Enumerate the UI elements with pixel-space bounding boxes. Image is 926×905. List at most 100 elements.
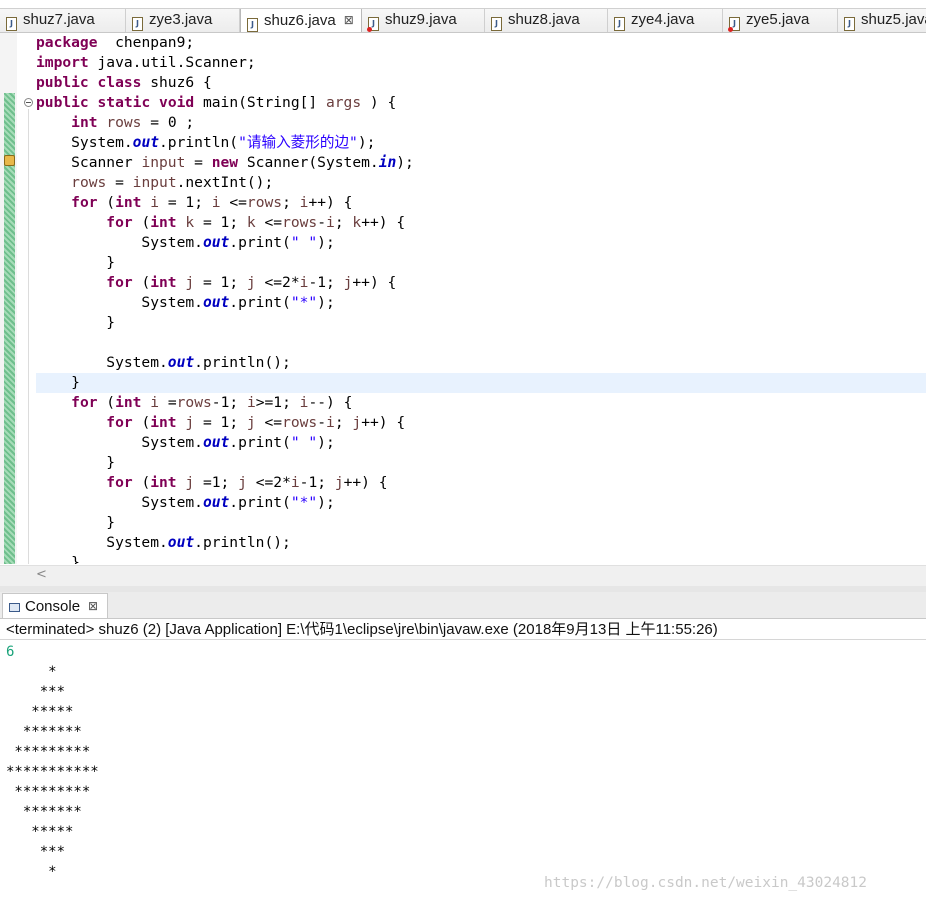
variable-token: j: [185, 414, 195, 431]
code-token: chenpan9;: [97, 34, 195, 51]
variable-token: i: [150, 394, 160, 411]
keyword-token: int: [150, 414, 177, 431]
console-line: *: [6, 664, 57, 680]
scroll-left-icon[interactable]: <: [36, 567, 47, 582]
code-token: <=2*: [255, 274, 300, 291]
variable-token: k: [246, 214, 256, 231]
code-token: .print(: [229, 494, 291, 511]
code-token: =1;: [194, 474, 239, 491]
field-token: out: [202, 294, 230, 311]
variable-token: rows: [246, 194, 283, 211]
tab-shuz9-java[interactable]: Jshuz9.java: [362, 9, 485, 32]
java-file-error-icon: J: [728, 17, 740, 32]
code-token: ;: [334, 214, 353, 231]
code-token: System.: [36, 294, 203, 311]
close-icon[interactable]: ⊠: [344, 9, 354, 31]
variable-token: j: [246, 274, 256, 291]
variable-token: i: [246, 394, 256, 411]
variable-token: j: [185, 274, 195, 291]
variable-token: input: [141, 154, 186, 171]
code-token: }: [36, 254, 116, 271]
variable-token: k: [352, 214, 362, 231]
tab-shuz6-java[interactable]: Jshuz6.java ⊠: [240, 9, 362, 32]
console-tab-label: Console: [25, 598, 81, 615]
code-token: ++) {: [343, 474, 388, 491]
variable-token: i: [211, 194, 221, 211]
code-line: }: [36, 373, 926, 393]
code-token: ++) {: [308, 194, 353, 211]
console-output[interactable]: 6 * *** ***** ******* ********* *********…: [6, 642, 906, 882]
code-line: int rows = 0 ;: [36, 113, 926, 133]
java-file-error-icon: J: [367, 17, 379, 32]
keyword-token: for: [71, 394, 98, 411]
code-token: -1;: [299, 474, 335, 491]
fold-guide-line: [28, 109, 29, 564]
tab-shuz7-java[interactable]: Jshuz7.java: [0, 9, 126, 32]
tab-console[interactable]: Console ⊠: [2, 593, 108, 618]
code-editor[interactable]: package chenpan9; import java.util.Scanne…: [0, 33, 926, 564]
console-input-echo: 6: [6, 644, 15, 660]
console-line: ***: [6, 684, 66, 700]
tab-zye4-java[interactable]: Jzye4.java: [608, 9, 723, 32]
variable-token: args: [325, 94, 362, 111]
code-token: <=2*: [246, 474, 291, 491]
field-token: out: [132, 134, 160, 151]
code-token: (: [97, 194, 116, 211]
code-line: }: [36, 253, 926, 273]
code-token: }: [36, 514, 116, 531]
field-token: in: [378, 154, 397, 171]
string-token: " ": [290, 434, 318, 451]
code-token: System.: [36, 434, 203, 451]
console-line: *******: [6, 804, 82, 820]
code-token: );: [317, 494, 335, 511]
keyword-token: public: [36, 74, 89, 91]
editor-horizontal-scrollbar[interactable]: <: [0, 565, 926, 586]
tab-label: shuz8.java: [508, 11, 580, 28]
field-token: out: [202, 234, 230, 251]
code-token: (: [97, 394, 116, 411]
code-token: ;: [282, 194, 300, 211]
close-icon[interactable]: ⊠: [88, 594, 98, 618]
tab-zye3-java[interactable]: Jzye3.java: [126, 9, 240, 32]
code-token: -: [317, 214, 327, 231]
console-line: *********: [6, 784, 91, 800]
code-token: ) {: [361, 94, 397, 111]
code-area[interactable]: package chenpan9; import java.util.Scanne…: [36, 33, 926, 564]
code-token: System.: [36, 494, 203, 511]
variable-token: i: [150, 194, 160, 211]
console-icon: [9, 603, 20, 612]
keyword-token: for: [106, 274, 133, 291]
keyword-token: int: [150, 214, 177, 231]
code-token: = 1;: [194, 414, 247, 431]
tab-zye5-java[interactable]: Jzye5.java: [723, 9, 838, 32]
code-token: (: [132, 414, 151, 431]
warning-marker-icon[interactable]: [4, 155, 15, 166]
code-line: public static void main(String[] args ) …: [36, 93, 926, 113]
code-token: (: [132, 474, 151, 491]
code-token: =: [185, 154, 212, 171]
code-token: System.: [36, 534, 168, 551]
code-token: (: [132, 274, 151, 291]
tab-label: shuz7.java: [23, 11, 95, 28]
keyword-token: int: [150, 274, 177, 291]
tab-label: zye4.java: [631, 11, 695, 28]
code-line: package chenpan9;: [36, 33, 926, 53]
fold-collapse-icon[interactable]: [24, 98, 33, 107]
code-token: );: [317, 234, 335, 251]
code-token: shuz6 {: [141, 74, 212, 91]
variable-token: j: [246, 414, 256, 431]
tab-label: zye3.java: [149, 11, 213, 28]
tab-shuz5-java[interactable]: Jshuz5.java: [838, 9, 926, 32]
keyword-token: int: [115, 394, 142, 411]
keyword-token: for: [106, 474, 133, 491]
code-line: import java.util.Scanner;: [36, 53, 926, 73]
code-token: );: [317, 294, 335, 311]
tab-shuz8-java[interactable]: Jshuz8.java: [485, 9, 608, 32]
code-token: = 0 ;: [141, 114, 195, 131]
